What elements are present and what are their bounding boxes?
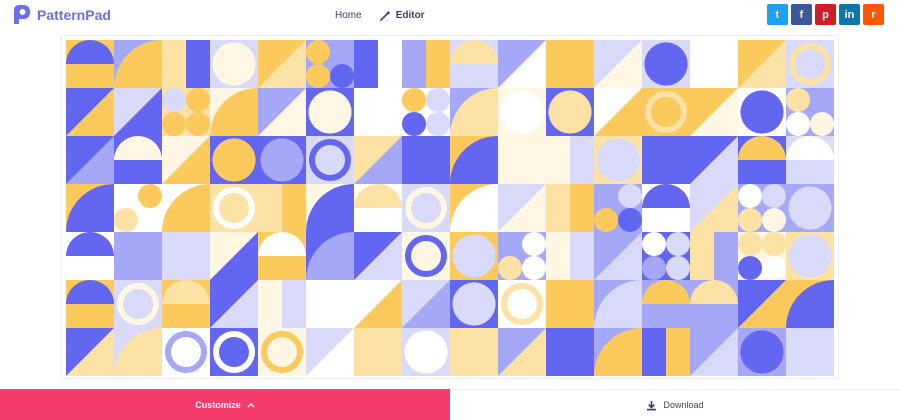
pattern-dot xyxy=(594,208,618,232)
pattern-circle xyxy=(788,234,832,278)
pattern-dot xyxy=(402,88,426,112)
nav-home[interactable]: Home xyxy=(335,10,362,21)
pattern-dot xyxy=(330,64,354,88)
pattern-dot xyxy=(402,112,426,136)
brand-logo[interactable]: PatternPad xyxy=(12,4,111,26)
download-button[interactable]: Download xyxy=(450,389,900,420)
linkedin-share-button[interactable]: in xyxy=(839,4,860,25)
pattern-dot xyxy=(642,232,666,256)
nav-editor-label: Editor xyxy=(395,9,425,21)
pattern-circle xyxy=(500,90,544,134)
pattern-bar xyxy=(642,328,666,376)
social-share-bar: t f p in r xyxy=(767,4,884,25)
facebook-share-button[interactable]: f xyxy=(791,4,812,25)
pattern-dot xyxy=(498,232,522,256)
pattern-dot xyxy=(522,232,546,256)
pattern-dot xyxy=(642,256,666,280)
pattern-dot xyxy=(162,112,186,136)
pattern-dot xyxy=(498,256,522,280)
facebook-icon: f xyxy=(799,8,804,21)
pattern-bar xyxy=(258,184,282,232)
pattern-dot xyxy=(138,208,162,232)
pattern-dot xyxy=(762,184,786,208)
pattern-dot xyxy=(618,208,642,232)
pattern-dot xyxy=(810,88,834,112)
pattern-circle xyxy=(212,138,256,182)
pattern-dot xyxy=(138,184,162,208)
pattern-circle xyxy=(452,282,496,326)
pattern-circle xyxy=(212,42,256,86)
pattern-dot xyxy=(306,40,330,64)
download-label: Download xyxy=(663,400,704,410)
pattern-dot xyxy=(186,112,210,136)
pattern-circle xyxy=(308,90,352,134)
brand-name: PatternPad xyxy=(37,7,111,23)
pattern-bar xyxy=(162,40,186,88)
pattern-dot xyxy=(786,112,810,136)
pattern-dot xyxy=(306,64,330,88)
pattern-circle xyxy=(596,138,640,182)
pattern-circle xyxy=(740,330,784,374)
pattern-dot xyxy=(330,40,354,64)
pattern-dot xyxy=(618,184,642,208)
linkedin-icon: in xyxy=(844,8,855,21)
nav-home-label: Home xyxy=(335,9,362,21)
pattern-dot xyxy=(762,208,786,232)
pattern-dot xyxy=(810,112,834,136)
pattern-dot xyxy=(594,184,618,208)
main-nav: Home Editor xyxy=(335,0,425,30)
pattern-dot xyxy=(426,88,450,112)
pattern-circle xyxy=(260,138,304,182)
pinterest-share-button[interactable]: p xyxy=(815,4,836,25)
pattern-dot xyxy=(522,256,546,280)
pattern-circle xyxy=(740,90,784,134)
pattern-canvas[interactable] xyxy=(61,35,839,379)
reddit-share-button[interactable]: r xyxy=(863,4,884,25)
pattern-circle xyxy=(644,42,688,86)
download-icon xyxy=(647,400,657,410)
twitter-share-button[interactable]: t xyxy=(767,4,788,25)
magic-wand-icon xyxy=(379,9,391,21)
pattern-bar xyxy=(546,232,570,280)
pattern-dot xyxy=(666,256,690,280)
pattern-dot xyxy=(738,184,762,208)
pattern-dot xyxy=(162,88,186,112)
pattern-circle xyxy=(548,90,592,134)
pattern-dot xyxy=(786,88,810,112)
pinterest-icon: p xyxy=(822,8,829,21)
pattern-bar xyxy=(642,136,666,184)
pattern-circle xyxy=(548,330,592,374)
pattern-circle xyxy=(452,234,496,278)
pattern-dot xyxy=(114,184,138,208)
pattern-dot xyxy=(762,232,786,256)
pattern-bar xyxy=(546,184,570,232)
nav-editor[interactable]: Editor xyxy=(379,9,425,21)
twitter-icon: t xyxy=(775,8,780,21)
pattern-dot xyxy=(426,112,450,136)
pattern-circle xyxy=(404,330,448,374)
customize-button[interactable]: Customize xyxy=(0,389,450,420)
customize-label: Customize xyxy=(195,399,241,410)
pattern-bar xyxy=(546,136,570,184)
chevron-up-icon xyxy=(247,402,255,407)
pattern-dot xyxy=(186,88,210,112)
pattern-dot xyxy=(762,256,786,280)
reddit-icon: r xyxy=(871,8,876,21)
pattern-bar xyxy=(258,280,282,328)
geometric-pattern xyxy=(66,40,834,376)
pattern-dot xyxy=(114,208,138,232)
pattern-dot xyxy=(666,232,690,256)
pattern-bar xyxy=(354,40,378,88)
pattern-bar xyxy=(690,232,714,280)
pattern-dot xyxy=(738,256,762,280)
pattern-dot xyxy=(738,232,762,256)
patternpad-logo-icon xyxy=(14,5,30,24)
pattern-bar xyxy=(354,88,378,136)
pattern-dot xyxy=(738,208,762,232)
pattern-circle xyxy=(788,186,832,230)
top-bar: PatternPad Home Editor t f p in r xyxy=(0,0,900,30)
bottom-action-bar: Customize Download xyxy=(0,389,900,420)
pattern-bar xyxy=(402,40,426,88)
